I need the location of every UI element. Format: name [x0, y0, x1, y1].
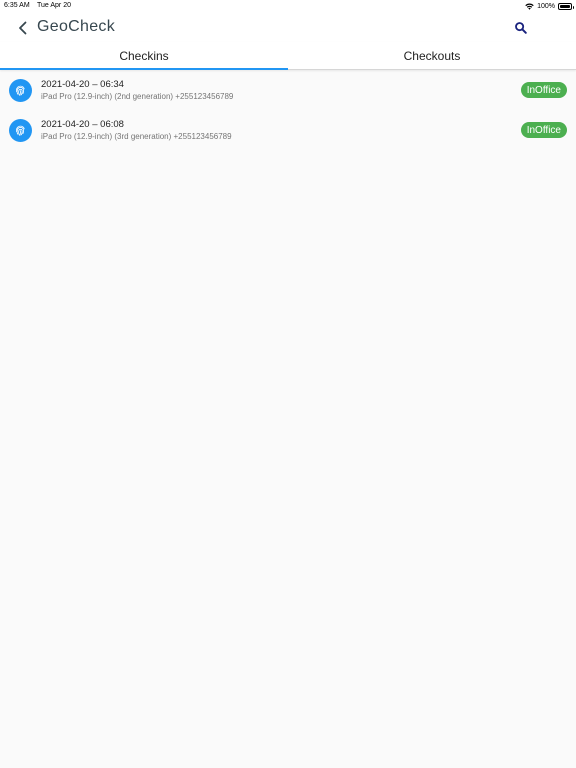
status-time: 6:35 AM: [4, 2, 30, 9]
checkin-datetime: 2021-04-20 – 06:34: [41, 79, 124, 90]
tab-bar: Checkins Checkouts: [0, 42, 576, 70]
status-badge: InOffice: [520, 122, 567, 138]
checkin-device: iPad Pro (12.9-inch) (2nd generation) +2…: [41, 92, 234, 101]
tab-checkins-label: Checkins: [119, 48, 169, 63]
app-bar: GeoCheck: [0, 12, 576, 42]
screen: 6:35 AM Tue Apr 20 100% GeoCheck Checkin…: [0, 0, 576, 768]
checkin-datetime: 2021-04-20 – 06:08: [41, 119, 124, 130]
checkin-list: 2021-04-20 – 06:34 iPad Pro (12.9-inch) …: [0, 71, 576, 151]
status-badge: InOffice: [520, 82, 567, 98]
battery-tip: [572, 5, 574, 9]
search-icon[interactable]: [513, 20, 529, 36]
avatar: [9, 119, 32, 142]
chevron-left-icon[interactable]: [14, 19, 32, 37]
tab-checkouts-label: Checkouts: [403, 48, 461, 63]
avatar: [9, 79, 32, 102]
battery-percent: 100%: [537, 2, 555, 10]
tab-checkouts[interactable]: Checkouts: [288, 42, 576, 69]
fingerprint-icon: [15, 85, 25, 96]
status-date: Tue Apr 20: [37, 2, 71, 9]
tab-checkins[interactable]: Checkins: [0, 42, 288, 70]
page-title: GeoCheck: [37, 18, 115, 35]
wifi-icon: [525, 2, 534, 10]
list-item[interactable]: 2021-04-20 – 06:08 iPad Pro (12.9-inch) …: [0, 111, 576, 151]
fingerprint-icon: [15, 125, 25, 136]
status-indicators: 100%: [525, 1, 574, 11]
status-bar: 6:35 AM Tue Apr 20 100%: [0, 0, 576, 12]
list-item[interactable]: 2021-04-20 – 06:34 iPad Pro (12.9-inch) …: [0, 71, 576, 111]
battery-icon: [558, 2, 574, 10]
battery-fill: [560, 4, 570, 8]
checkin-device: iPad Pro (12.9-inch) (3rd generation) +2…: [41, 132, 232, 141]
